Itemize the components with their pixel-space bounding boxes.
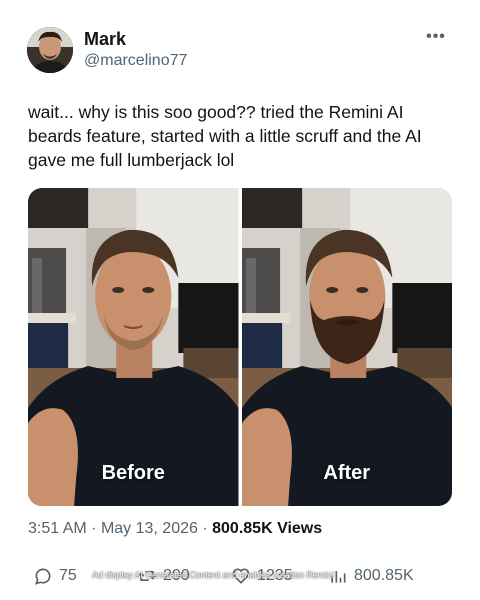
- before-photo: [28, 188, 239, 506]
- avatar-image: [27, 27, 73, 73]
- reply-count: 75: [59, 567, 77, 584]
- tweet-text: wait... why is this soo good?? tried the…: [28, 102, 422, 170]
- views-count[interactable]: 800.85K Views: [212, 520, 322, 537]
- more-options-icon[interactable]: •••: [426, 29, 446, 45]
- media-grid[interactable]: Before After: [28, 188, 452, 506]
- avatar[interactable]: [27, 27, 73, 73]
- reply-icon: [35, 568, 51, 585]
- tweet-time[interactable]: 3:51 AM: [28, 520, 87, 537]
- before-image[interactable]: Before: [28, 188, 239, 506]
- tweet-meta: 3:51 AM · May 13, 2026 · 800.85K Views: [28, 520, 322, 538]
- author-handle[interactable]: @marcelino77: [84, 52, 187, 70]
- after-image[interactable]: After: [241, 188, 452, 506]
- after-photo: [241, 188, 452, 506]
- reply-button[interactable]: 75: [33, 566, 77, 586]
- tweet-date[interactable]: May 13, 2026: [101, 520, 198, 537]
- meta-separator: ·: [91, 520, 97, 537]
- before-label: Before: [101, 462, 165, 484]
- author-name[interactable]: Mark: [84, 29, 126, 50]
- ad-disclosure-overlay: Ad display AI Generated Content and enab…: [92, 570, 334, 580]
- meta-separator: ·: [202, 520, 208, 537]
- after-label: After: [323, 462, 371, 484]
